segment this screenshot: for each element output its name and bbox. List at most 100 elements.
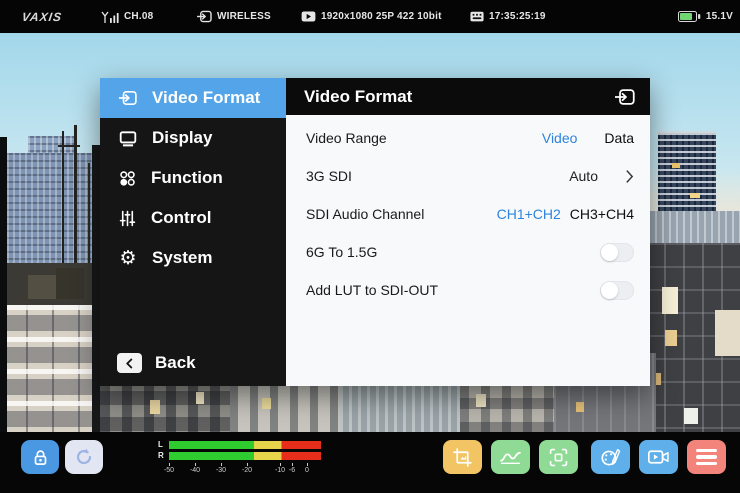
brand-logo: VAXIS bbox=[20, 0, 65, 33]
sidebar-item-display[interactable]: Display bbox=[100, 118, 286, 158]
hamburger-menu-icon bbox=[696, 449, 717, 466]
lock-icon bbox=[32, 449, 49, 466]
setting-row-video-range[interactable]: Video Range Video Data bbox=[286, 119, 650, 157]
chevron-right-icon bbox=[625, 169, 634, 184]
sidebar-item-function[interactable]: Function bbox=[100, 158, 286, 198]
back-chevron-icon bbox=[117, 353, 142, 373]
setting-row-6g-to-1-5g[interactable]: 6G To 1.5G bbox=[286, 233, 650, 271]
sidebar-item-label: System bbox=[152, 248, 212, 268]
bg-lit-window bbox=[715, 310, 740, 356]
bg-antenna-crossbar bbox=[58, 145, 80, 147]
sdi-out-icon bbox=[119, 90, 137, 106]
setting-label: Video Range bbox=[306, 130, 387, 146]
battery-status: 15.1V bbox=[678, 0, 733, 33]
center-focus-button[interactable] bbox=[539, 440, 578, 474]
meter-scale-label: -50 bbox=[159, 467, 179, 474]
video-camera-button[interactable] bbox=[639, 440, 678, 474]
video-play-icon bbox=[301, 11, 316, 22]
rotate-arrow-icon bbox=[75, 448, 93, 466]
meter-scale-label: -30 bbox=[211, 467, 231, 474]
meter-channel-label: R bbox=[158, 452, 164, 460]
settings-rows: Video Range Video Data 3G SDI Auto bbox=[286, 115, 650, 309]
sidebar-item-video-format[interactable]: Video Format bbox=[100, 78, 286, 118]
timecode-status: 17:35:25:19 bbox=[470, 0, 546, 33]
center-focus-icon bbox=[549, 448, 568, 467]
setting-row-sdi-audio-channel[interactable]: SDI Audio Channel CH1+CH2 CH3+CH4 bbox=[286, 195, 650, 233]
bg-lit-window bbox=[690, 193, 700, 198]
settings-panel: Video Format Video Range Video Data 3G S… bbox=[286, 78, 650, 386]
option-video[interactable]: Video bbox=[542, 130, 578, 146]
voltage-label: 15.1V bbox=[706, 11, 733, 22]
meter-tick bbox=[292, 463, 293, 466]
sidebar-item-label: Display bbox=[152, 128, 212, 148]
sdi-out-icon bbox=[197, 10, 212, 23]
bg-lit-window bbox=[196, 392, 204, 404]
video-camera-icon bbox=[648, 449, 669, 465]
meter-scale-label: -40 bbox=[185, 467, 205, 474]
video-format-label: 1920x1080 25P 422 10bit bbox=[321, 11, 442, 22]
waveform-icon bbox=[500, 449, 521, 465]
bg-dark-edge-left bbox=[0, 137, 7, 432]
sidebar-item-label: Video Format bbox=[152, 88, 260, 108]
meter-tick bbox=[280, 463, 281, 466]
timecode-label: 17:35:25:19 bbox=[489, 11, 546, 22]
menu-sidebar: Video Format Display Function bbox=[100, 78, 286, 386]
bg-lit-window bbox=[665, 330, 677, 346]
wireless-status: WIRELESS bbox=[197, 0, 271, 33]
option-ch3-ch4[interactable]: CH3+CH4 bbox=[570, 206, 634, 222]
format-status: 1920x1080 25P 422 10bit bbox=[301, 0, 442, 33]
panel-header: Video Format bbox=[286, 78, 650, 115]
sidebar-item-label: Control bbox=[151, 208, 211, 228]
meter-tick bbox=[221, 463, 222, 466]
crop-icon bbox=[453, 448, 472, 467]
sidebar-item-control[interactable]: Control bbox=[100, 198, 286, 238]
function-dots-icon bbox=[119, 170, 136, 187]
rotate-refresh-button[interactable] bbox=[65, 440, 103, 474]
monitor-screen: VAXIS CH.08 WIRELESS 1920x1080 25P 422 1… bbox=[0, 0, 740, 493]
setting-label: 3G SDI bbox=[306, 168, 352, 184]
setting-row-add-lut-sdi-out[interactable]: Add LUT to SDI-OUT bbox=[286, 271, 650, 309]
lock-button[interactable] bbox=[21, 440, 59, 474]
sliders-icon bbox=[119, 210, 136, 227]
setting-label: Add LUT to SDI-OUT bbox=[306, 282, 438, 298]
bottom-toolbar: L R -50 -40 -30 -20 -10 -6 0 bbox=[0, 432, 740, 493]
bg-rooftop-equipment bbox=[56, 268, 84, 299]
gear-icon: ⚙ bbox=[119, 249, 137, 267]
bg-antenna-mast bbox=[62, 131, 64, 283]
meter-tick bbox=[195, 463, 196, 466]
waveform-button[interactable] bbox=[491, 440, 530, 474]
bg-building-distant-left bbox=[7, 153, 100, 268]
sidebar-item-system[interactable]: ⚙ System bbox=[100, 238, 286, 278]
color-palette-button[interactable] bbox=[591, 440, 630, 474]
bg-building-mid-right bbox=[648, 211, 740, 247]
bg-lit-window bbox=[262, 398, 271, 409]
back-button[interactable]: Back bbox=[117, 353, 196, 373]
palette-icon bbox=[600, 448, 621, 467]
bg-lit-window bbox=[672, 163, 680, 168]
wireless-label: WIRELESS bbox=[217, 11, 271, 22]
option-ch1-ch2[interactable]: CH1+CH2 bbox=[497, 206, 561, 222]
meter-scale-label: 0 bbox=[297, 467, 317, 474]
bg-apartment-left bbox=[0, 305, 104, 432]
setting-row-3g-sdi[interactable]: 3G SDI Auto bbox=[286, 157, 650, 195]
sidebar-item-label: Function bbox=[151, 168, 223, 188]
meter-scale-label: -20 bbox=[237, 467, 257, 474]
bg-lit-window bbox=[662, 287, 678, 314]
meter-tick bbox=[169, 463, 170, 466]
meter-channel-label: L bbox=[158, 441, 163, 449]
more-menu-button[interactable] bbox=[687, 440, 726, 474]
meter-tick bbox=[307, 463, 308, 466]
meter-bar-left bbox=[169, 441, 321, 449]
signal-status: CH.08 bbox=[101, 0, 153, 33]
option-data[interactable]: Data bbox=[604, 130, 634, 146]
toggle-switch-off[interactable] bbox=[600, 281, 634, 300]
setting-value: Auto bbox=[569, 168, 598, 184]
bg-lit-window bbox=[576, 402, 584, 412]
toggle-switch-off[interactable] bbox=[600, 243, 634, 262]
bg-lit-window bbox=[150, 400, 160, 414]
crop-frame-button[interactable] bbox=[443, 440, 482, 474]
setting-label: 6G To 1.5G bbox=[306, 244, 377, 260]
bg-lit-window bbox=[476, 394, 486, 407]
back-label: Back bbox=[155, 353, 196, 373]
channel-label: CH.08 bbox=[124, 11, 153, 22]
